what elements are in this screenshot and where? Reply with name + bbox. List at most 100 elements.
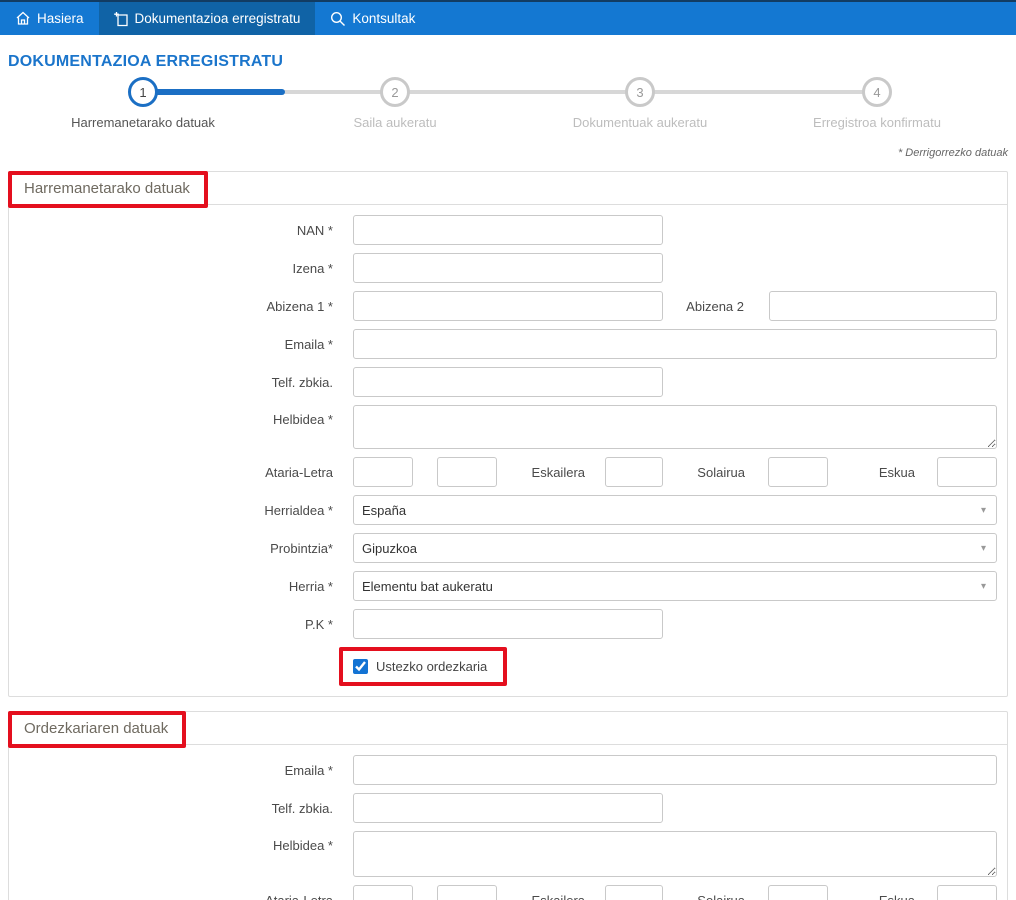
- telf-input[interactable]: [353, 367, 663, 397]
- eskua-label: Eskua: [828, 465, 915, 480]
- step-label-4: Erregistroa konfirmatu: [757, 115, 997, 130]
- annotation-box-ustezko-checkbox: Ustezko ordezkaria: [339, 647, 507, 686]
- helbidea-textarea[interactable]: [353, 405, 997, 449]
- eskailera-label: Eskailera: [497, 465, 585, 480]
- home-icon: [15, 11, 31, 26]
- step-label-3: Dokumentuak aukeratu: [520, 115, 760, 130]
- document-add-icon: [114, 11, 129, 27]
- step-circle-4: 4: [862, 77, 892, 107]
- rep-eskailera-input[interactable]: [605, 885, 663, 900]
- representative-data-panel: Ordezkariaren datuak Emaila * Telf. zbki…: [8, 711, 1008, 900]
- panel-body: NAN * Izena * Abizena 1 * Abizena 2 Emai…: [9, 205, 1007, 696]
- rep-solairua-label: Solairua: [663, 893, 745, 900]
- nav-tab-label: Hasiera: [37, 11, 84, 26]
- nan-input[interactable]: [353, 215, 663, 245]
- form-row-rep-telf: Telf. zbkia.: [9, 793, 997, 823]
- ustezko-ordezkaria-checkbox[interactable]: [353, 659, 368, 674]
- emaila-label: Emaila *: [9, 337, 353, 352]
- nav-tab-kontsultak[interactable]: Kontsultak: [315, 2, 430, 35]
- chevron-down-icon: ▾: [981, 505, 986, 516]
- step-number: 4: [873, 85, 880, 100]
- section-title: Harremanetarako datuak: [24, 180, 190, 197]
- step-circle-2: 2: [380, 77, 410, 107]
- step-number: 2: [391, 85, 398, 100]
- telf-label: Telf. zbkia.: [9, 375, 353, 390]
- step-label-1: Harremanetarako datuak: [23, 115, 263, 130]
- solairua-input[interactable]: [768, 457, 828, 487]
- herria-label: Herria *: [9, 579, 353, 594]
- annotation-box-representative-title: Ordezkariaren datuak: [8, 711, 186, 748]
- required-fields-note: * Derrigorrezko datuak: [8, 147, 1008, 159]
- step-number: 1: [139, 85, 146, 100]
- rep-telf-label: Telf. zbkia.: [9, 801, 353, 816]
- rep-solairua-input[interactable]: [768, 885, 828, 900]
- eskailera-input[interactable]: [605, 457, 663, 487]
- nav-tab-hasiera[interactable]: Hasiera: [0, 2, 99, 35]
- rep-eskua-label: Eskua: [828, 893, 915, 900]
- annotation-box-contact-title: Harremanetarako datuak: [8, 171, 208, 208]
- form-row-herria: Herria * Elementu bat aukeratu ▾: [9, 571, 997, 601]
- rep-telf-input[interactable]: [353, 793, 663, 823]
- form-row-izena: Izena *: [9, 253, 997, 283]
- rep-eskailera-label: Eskailera: [497, 893, 585, 900]
- abizena1-label: Abizena 1 *: [9, 299, 353, 314]
- step-circle-1: 1: [128, 77, 158, 107]
- contact-data-panel: Harremanetarako datuak NAN * Izena * Abi…: [8, 171, 1008, 697]
- ustezko-ordezkaria-label: Ustezko ordezkaria: [376, 659, 487, 674]
- rep-letra-input[interactable]: [437, 885, 497, 900]
- pk-label: P.K *: [9, 617, 353, 632]
- form-row-rep-helbidea: Helbidea *: [9, 831, 997, 877]
- abizena1-input[interactable]: [353, 291, 663, 321]
- rep-eskua-input[interactable]: [937, 885, 997, 900]
- panel-head: Ordezkariaren datuak: [9, 712, 1007, 745]
- eskua-input[interactable]: [937, 457, 997, 487]
- search-icon: [330, 11, 346, 27]
- abizena2-input[interactable]: [769, 291, 997, 321]
- form-row-telf: Telf. zbkia.: [9, 367, 997, 397]
- step-circle-3: 3: [625, 77, 655, 107]
- nan-label: NAN *: [9, 223, 353, 238]
- form-row-pk: P.K *: [9, 609, 997, 639]
- rep-ataria-letra-label: Ataria-Letra: [9, 893, 353, 900]
- chevron-down-icon: ▾: [981, 581, 986, 592]
- page-title: DOKUMENTAZIOA ERREGISTRATU: [8, 53, 1008, 71]
- wizard-stepper: 1 2 3 4 Harremanetarako datuak Saila auk…: [8, 77, 1008, 143]
- form-row-abizenak: Abizena 1 * Abizena 2: [9, 291, 997, 321]
- selected-value: España: [362, 503, 406, 518]
- step-number: 3: [636, 85, 643, 100]
- form-row-ataria: Ataria-Letra Eskailera Solairua Eskua: [9, 457, 997, 487]
- form-row-rep-emaila: Emaila *: [9, 755, 997, 785]
- izena-input[interactable]: [353, 253, 663, 283]
- probintzia-label: Probintzia*: [9, 541, 353, 556]
- form-row-nan: NAN *: [9, 215, 997, 245]
- nav-tab-dokumentazioa-erregistratu[interactable]: Dokumentazioa erregistratu: [99, 2, 316, 35]
- herrialdea-select[interactable]: España ▾: [353, 495, 997, 525]
- probintzia-select[interactable]: Gipuzkoa ▾: [353, 533, 997, 563]
- letra-input[interactable]: [437, 457, 497, 487]
- stepper-progress: [143, 89, 285, 95]
- rep-helbidea-label: Helbidea *: [9, 831, 353, 853]
- rep-emaila-input[interactable]: [353, 755, 997, 785]
- nav-tab-label: Dokumentazioa erregistratu: [135, 11, 301, 26]
- helbidea-label: Helbidea *: [9, 405, 353, 427]
- herria-select[interactable]: Elementu bat aukeratu ▾: [353, 571, 997, 601]
- ataria-input[interactable]: [353, 457, 413, 487]
- chevron-down-icon: ▾: [981, 543, 986, 554]
- panel-body: Emaila * Telf. zbkia. Helbidea * Ataria-…: [9, 745, 1007, 900]
- section-title: Ordezkariaren datuak: [24, 720, 168, 737]
- nav-tab-label: Kontsultak: [352, 11, 415, 26]
- form-row-herrialdea: Herrialdea * España ▾: [9, 495, 997, 525]
- form-row-rep-ataria: Ataria-Letra Eskailera Solairua Eskua: [9, 885, 997, 900]
- selected-value: Gipuzkoa: [362, 541, 417, 556]
- emaila-input[interactable]: [353, 329, 997, 359]
- pk-input[interactable]: [353, 609, 663, 639]
- solairua-label: Solairua: [663, 465, 745, 480]
- step-label-2: Saila aukeratu: [275, 115, 515, 130]
- form-row-emaila: Emaila *: [9, 329, 997, 359]
- rep-emaila-label: Emaila *: [9, 763, 353, 778]
- rep-helbidea-textarea[interactable]: [353, 831, 997, 877]
- form-row-probintzia: Probintzia* Gipuzkoa ▾: [9, 533, 997, 563]
- herrialdea-label: Herrialdea *: [9, 503, 353, 518]
- izena-label: Izena *: [9, 261, 353, 276]
- rep-ataria-input[interactable]: [353, 885, 413, 900]
